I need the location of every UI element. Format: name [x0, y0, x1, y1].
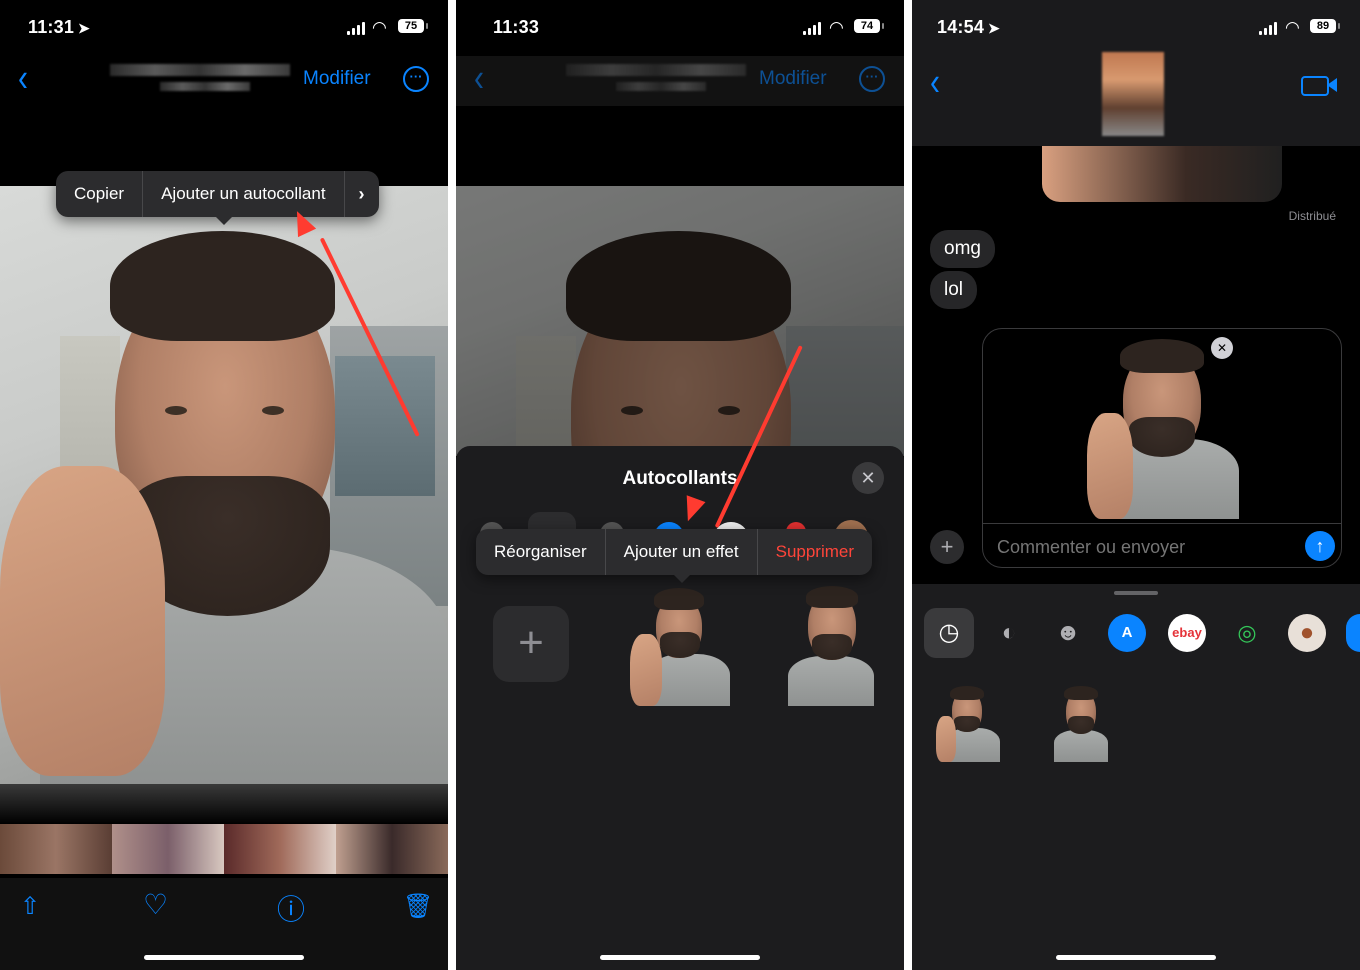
memoji-icon[interactable]: ●: [1288, 614, 1326, 652]
video-call-icon-lens: [1327, 78, 1337, 92]
eye: [718, 406, 740, 415]
location-icon: ➤: [78, 20, 90, 36]
emoji-icon[interactable]: ☻: [1049, 614, 1087, 652]
more-icon[interactable]: ···: [403, 66, 429, 92]
menu-item-copy[interactable]: Copier: [56, 171, 144, 217]
appstore-icon[interactable]: A: [1108, 614, 1146, 652]
ebay-icon[interactable]: ebay: [1168, 614, 1206, 652]
heart-icon[interactable]: ♡: [143, 888, 168, 921]
panel-photos-view: 11:31 ➤ ◠ 75 ‹ Modifier ··· Copier Ajoute…: [0, 0, 448, 970]
hair: [566, 231, 791, 341]
sticker-portrait[interactable]: [786, 584, 874, 706]
message-bubble[interactable]: omg: [930, 230, 995, 268]
send-icon[interactable]: ↑: [1305, 531, 1335, 561]
blurred-subtitle: [160, 82, 250, 91]
app-drawer: ◷ ◐ ☻ A ebay ◎ ●: [912, 584, 1360, 970]
photo-toolbar: ⇧ ♡ ⓘ 🗑: [0, 878, 448, 970]
message-bubble[interactable]: lol: [930, 271, 978, 309]
edit-button[interactable]: Modifier: [303, 68, 371, 90]
menu-item-add-sticker[interactable]: Ajouter un autocollant: [143, 171, 345, 217]
battery-icon: 89: [1310, 19, 1340, 33]
recents-icon[interactable]: ◷: [930, 614, 968, 652]
remove-sticker-icon[interactable]: ✕: [1211, 337, 1233, 359]
composer: ✕ ↑: [982, 328, 1342, 568]
panel-stickers-sheet: 11:33 ◠ 74 ‹ Modifier ··· Autocollants ✕…: [456, 0, 904, 970]
location-icon: ➤: [988, 20, 1000, 36]
sticker-thumbsup[interactable]: [630, 586, 730, 706]
context-menu: Copier Ajouter un autocollant ›: [56, 171, 379, 217]
stickers-icon[interactable]: ◐: [990, 614, 1028, 652]
wifi-icon: ◠: [372, 18, 387, 37]
signal-icon: [1259, 22, 1279, 35]
composer-sticker[interactable]: [1087, 335, 1239, 519]
home-indicator: [600, 955, 760, 960]
blurred-title: [110, 64, 290, 76]
thumbs-up-hand: [0, 466, 165, 776]
nav-bar: ‹ Modifier ···: [0, 56, 448, 106]
menu-caret: [216, 217, 232, 225]
contact-avatar-blurred[interactable]: [1102, 52, 1164, 136]
back-chevron-icon[interactable]: ‹: [474, 57, 484, 101]
hair: [110, 231, 335, 341]
photo-bottom-shadow: [0, 784, 448, 824]
menu-item-delete[interactable]: Supprimer: [758, 529, 872, 575]
menu-caret: [674, 575, 690, 583]
signal-icon: [347, 22, 367, 35]
signal-icon: [803, 22, 823, 35]
context-menu: Réorganiser Ajouter un effet Supprimer: [476, 529, 873, 575]
thumbnail-strip[interactable]: [0, 824, 448, 874]
info-icon[interactable]: ⓘ: [277, 888, 305, 928]
app-icon-partial[interactable]: [1346, 614, 1360, 652]
battery-icon: 74: [854, 19, 884, 33]
delivered-status: Distribué: [1288, 209, 1336, 223]
trash-icon[interactable]: 🗑: [403, 892, 433, 921]
eye: [621, 406, 643, 415]
photo-image-dimmed: [456, 186, 904, 456]
photo-image: [0, 186, 448, 784]
wifi-icon: ◠: [1285, 18, 1300, 37]
home-indicator: [1056, 955, 1216, 960]
door-frame: [786, 326, 904, 456]
panel-messages: 14:54➤ ◠ 89 ‹ Distribué omg lol ✕ ↑ + ◷ …: [912, 0, 1360, 970]
edit-button[interactable]: Modifier: [759, 68, 827, 90]
wifi-icon: ◠: [829, 18, 844, 37]
blurred-subtitle: [616, 82, 706, 91]
video-call-icon[interactable]: [1301, 76, 1329, 96]
nav-bar: ‹ Modifier ···: [456, 56, 904, 106]
drawer-handle[interactable]: [1114, 591, 1158, 595]
recent-sticker-portrait[interactable]: [1052, 684, 1108, 762]
share-icon[interactable]: ⇧: [20, 892, 40, 921]
photo-top-gap: [456, 106, 904, 186]
recent-sticker-thumbsup[interactable]: [936, 684, 1000, 762]
window: [335, 356, 435, 496]
activity-icon[interactable]: ◎: [1228, 614, 1266, 652]
menu-more-chevron-icon[interactable]: ›: [345, 171, 379, 217]
status-bar: 11:33 ◠ 74: [456, 0, 904, 56]
message-input[interactable]: [995, 531, 1289, 563]
back-chevron-icon[interactable]: ‹: [18, 57, 28, 101]
add-sticker-button[interactable]: +: [493, 606, 569, 682]
sheet-title: Autocollants: [622, 468, 738, 489]
back-chevron-icon[interactable]: ‹: [930, 61, 940, 105]
status-time: 11:33: [493, 17, 540, 37]
eye: [262, 406, 284, 415]
status-time: 11:31 ➤: [28, 17, 90, 37]
status-time: 14:54 ➤: [937, 17, 1000, 37]
nav-bar: ‹: [912, 52, 1360, 146]
home-indicator: [144, 955, 304, 960]
battery-icon: 75: [398, 19, 428, 33]
menu-item-reorder[interactable]: Réorganiser: [476, 529, 606, 575]
add-attachment-icon[interactable]: +: [930, 530, 964, 564]
close-icon[interactable]: ✕: [852, 462, 884, 494]
more-icon[interactable]: ···: [859, 66, 885, 92]
left-door: [516, 336, 576, 456]
status-bar: 14:54 ➤ ◠ 89: [912, 0, 1360, 56]
eye: [165, 406, 187, 415]
blurred-title: [566, 64, 746, 76]
stickers-sheet: Autocollants ✕ +: [456, 446, 904, 970]
status-bar: 11:31 ➤ ◠ 75: [0, 0, 448, 56]
composer-divider: [983, 523, 1341, 524]
menu-item-add-effect[interactable]: Ajouter un effet: [606, 529, 758, 575]
previous-photo-message[interactable]: [1042, 146, 1282, 202]
